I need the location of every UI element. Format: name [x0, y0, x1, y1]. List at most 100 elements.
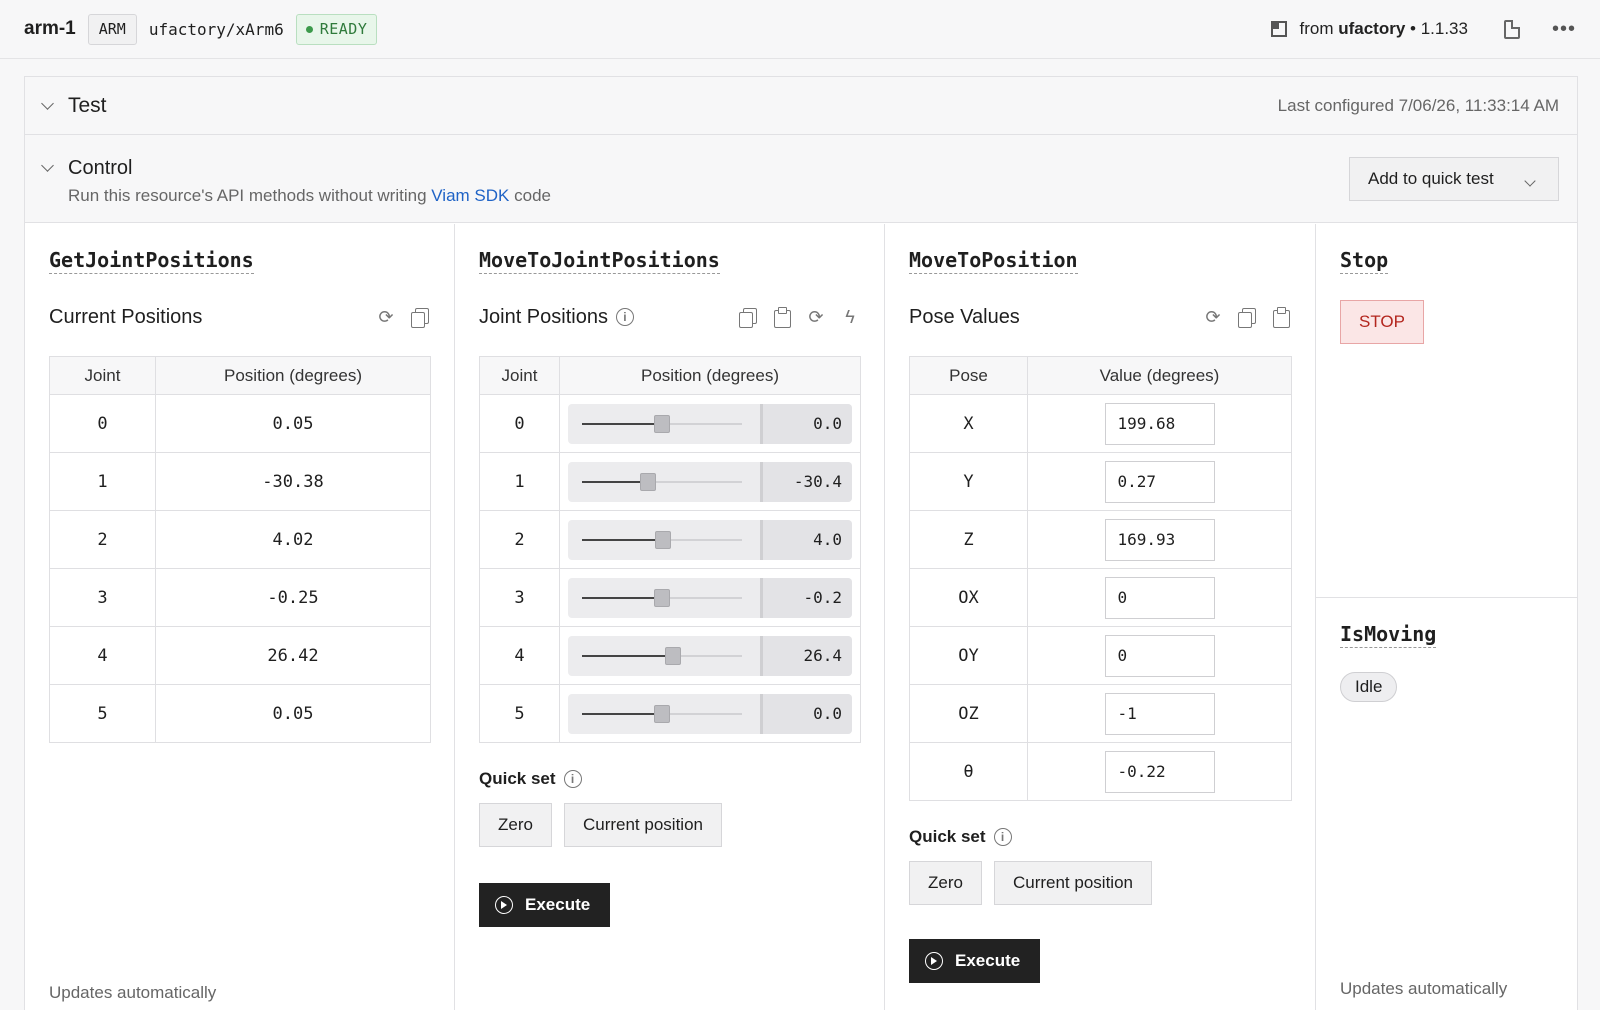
status-text: READY — [319, 20, 368, 38]
test-section-header[interactable]: Test Last configured 7/06/26, 11:33:14 A… — [25, 77, 1577, 135]
pose-value-cell: -0.22 — [1027, 742, 1292, 801]
section-label: Current Positions — [49, 305, 203, 328]
paste-icon[interactable] — [1271, 307, 1291, 328]
refresh-icon[interactable]: ⟳ — [806, 307, 826, 327]
last-configured: Last configured 7/06/26, 11:33:14 AM — [1277, 95, 1559, 115]
refresh-icon[interactable]: ⟳ — [1203, 307, 1223, 327]
pose-value-cell: 169.93 — [1027, 510, 1292, 569]
copy-icon[interactable] — [1237, 307, 1257, 328]
joint-slider[interactable]: 26.4 — [568, 635, 852, 676]
control-subtitle-end: code — [514, 186, 551, 205]
module-source[interactable]: from ufactory • 1.1.33 — [1299, 19, 1468, 39]
status-badge: READY — [295, 13, 378, 45]
slider-thumb[interactable] — [654, 530, 671, 549]
slider-thumb[interactable] — [665, 646, 682, 665]
resource-name: arm-1 — [24, 18, 76, 39]
chevron-down-icon[interactable] — [41, 159, 54, 172]
paste-icon[interactable] — [772, 307, 792, 328]
refresh-icon[interactable]: ⟳ — [376, 307, 396, 327]
joint-index: 2 — [479, 510, 560, 569]
joint-position: 26.42 — [155, 626, 431, 685]
copy-icon[interactable] — [410, 307, 430, 328]
more-options-icon[interactable]: ••• — [1552, 18, 1576, 41]
lightning-icon[interactable]: ϟ — [840, 307, 860, 327]
slider-thumb[interactable] — [654, 704, 670, 723]
info-icon[interactable]: i — [563, 770, 582, 788]
methods-grid: GetJointPositions Current Positions ⟳ Jo… — [25, 224, 1577, 1010]
is-moving-section: IsMoving Idle Updates automatically — [1316, 598, 1577, 1010]
info-icon[interactable]: i — [993, 828, 1012, 846]
execute-label: Execute — [525, 895, 591, 914]
current-position-button[interactable]: Current position — [993, 861, 1152, 905]
pose-value-cell: 0 — [1027, 626, 1292, 685]
joint-slider[interactable]: 0.0 — [568, 403, 852, 444]
module-icon — [1271, 21, 1288, 37]
joint-slider-cell: -0.2 — [559, 568, 861, 627]
viam-sdk-link[interactable]: Viam SDK — [431, 186, 509, 205]
joint-slider[interactable]: -30.4 — [568, 461, 852, 502]
move-to-joint-positions-panel: MoveToJointPositions Joint Positions i ⟳… — [455, 224, 885, 1010]
pose-label: OZ — [909, 684, 1028, 743]
joint-slider[interactable]: 0.0 — [568, 693, 852, 734]
execute-label: Execute — [955, 951, 1021, 970]
quick-set-label: Quick set i — [479, 769, 860, 789]
joint-value-input[interactable]: 0.0 — [760, 403, 852, 444]
play-icon — [925, 952, 943, 970]
zero-button[interactable]: Zero — [479, 803, 552, 847]
joint-value-input[interactable]: 0.0 — [760, 693, 852, 734]
joint-slider-cell: 4.0 — [559, 510, 861, 569]
chevron-down-icon — [1524, 175, 1536, 187]
joint-slider[interactable]: -0.2 — [568, 577, 852, 618]
method-title: Stop — [1340, 248, 1389, 274]
test-title: Test — [68, 93, 107, 117]
control-subtitle-text: Run this resource's API methods without … — [68, 186, 427, 205]
copy-icon[interactable] — [738, 307, 758, 328]
column-header: Value (degrees) — [1027, 356, 1292, 395]
table-row: 4 26.4 — [479, 626, 861, 685]
add-to-quick-test-label: Add to quick test — [1368, 169, 1494, 188]
pose-value-input[interactable]: 199.68 — [1104, 402, 1215, 445]
pose-value-input[interactable]: 0.27 — [1104, 460, 1215, 503]
joint-value-input[interactable]: -30.4 — [760, 461, 852, 502]
table-row: 3 -0.2 — [479, 568, 861, 627]
resource-model: ufactory/xArm6 — [148, 19, 284, 39]
joint-index: 5 — [479, 684, 560, 743]
pose-label: θ — [909, 742, 1028, 801]
slider-thumb[interactable] — [639, 472, 656, 491]
pose-value-input[interactable]: -0.22 — [1104, 750, 1215, 793]
pose-value-input[interactable]: 0 — [1104, 576, 1215, 619]
current-position-button[interactable]: Current position — [563, 803, 722, 847]
joint-value-input[interactable]: 4.0 — [760, 519, 852, 560]
table-row: θ -0.22 — [909, 742, 1292, 801]
execute-button[interactable]: Execute — [479, 883, 610, 927]
chevron-down-icon[interactable] — [41, 97, 54, 110]
joint-value-input[interactable]: -0.2 — [760, 577, 852, 618]
document-icon[interactable] — [1503, 19, 1520, 39]
joint-index: 2 — [49, 510, 156, 569]
stop-button[interactable]: STOP — [1340, 300, 1424, 344]
zero-button[interactable]: Zero — [909, 861, 982, 905]
status-dot-icon — [305, 25, 313, 33]
joint-value-input[interactable]: 26.4 — [760, 635, 852, 676]
joint-slider[interactable]: 4.0 — [568, 519, 852, 560]
section-header: Pose Values ⟳ — [909, 302, 1291, 332]
pose-value-input[interactable]: 169.93 — [1104, 518, 1215, 561]
control-title: Control — [68, 157, 133, 179]
slider-thumb[interactable] — [654, 588, 670, 607]
table-row: Z 169.93 — [909, 510, 1292, 569]
joint-index: 3 — [49, 568, 156, 627]
table-row: Y 0.27 — [909, 452, 1292, 511]
pose-value-input[interactable]: -1 — [1104, 692, 1215, 735]
pose-value-input[interactable]: 0 — [1104, 634, 1215, 677]
joint-index: 5 — [49, 684, 156, 743]
pose-label: OX — [909, 568, 1028, 627]
table-row: 5 0.05 — [49, 684, 431, 743]
info-icon[interactable]: i — [615, 308, 634, 326]
joint-index: 4 — [479, 626, 560, 685]
column-header: Joint — [479, 356, 560, 395]
add-to-quick-test-dropdown[interactable]: Add to quick test — [1349, 157, 1559, 201]
column-header: Pose — [909, 356, 1028, 395]
slider-thumb[interactable] — [654, 414, 670, 433]
execute-button[interactable]: Execute — [909, 939, 1040, 983]
joint-position: 0.05 — [155, 394, 431, 453]
